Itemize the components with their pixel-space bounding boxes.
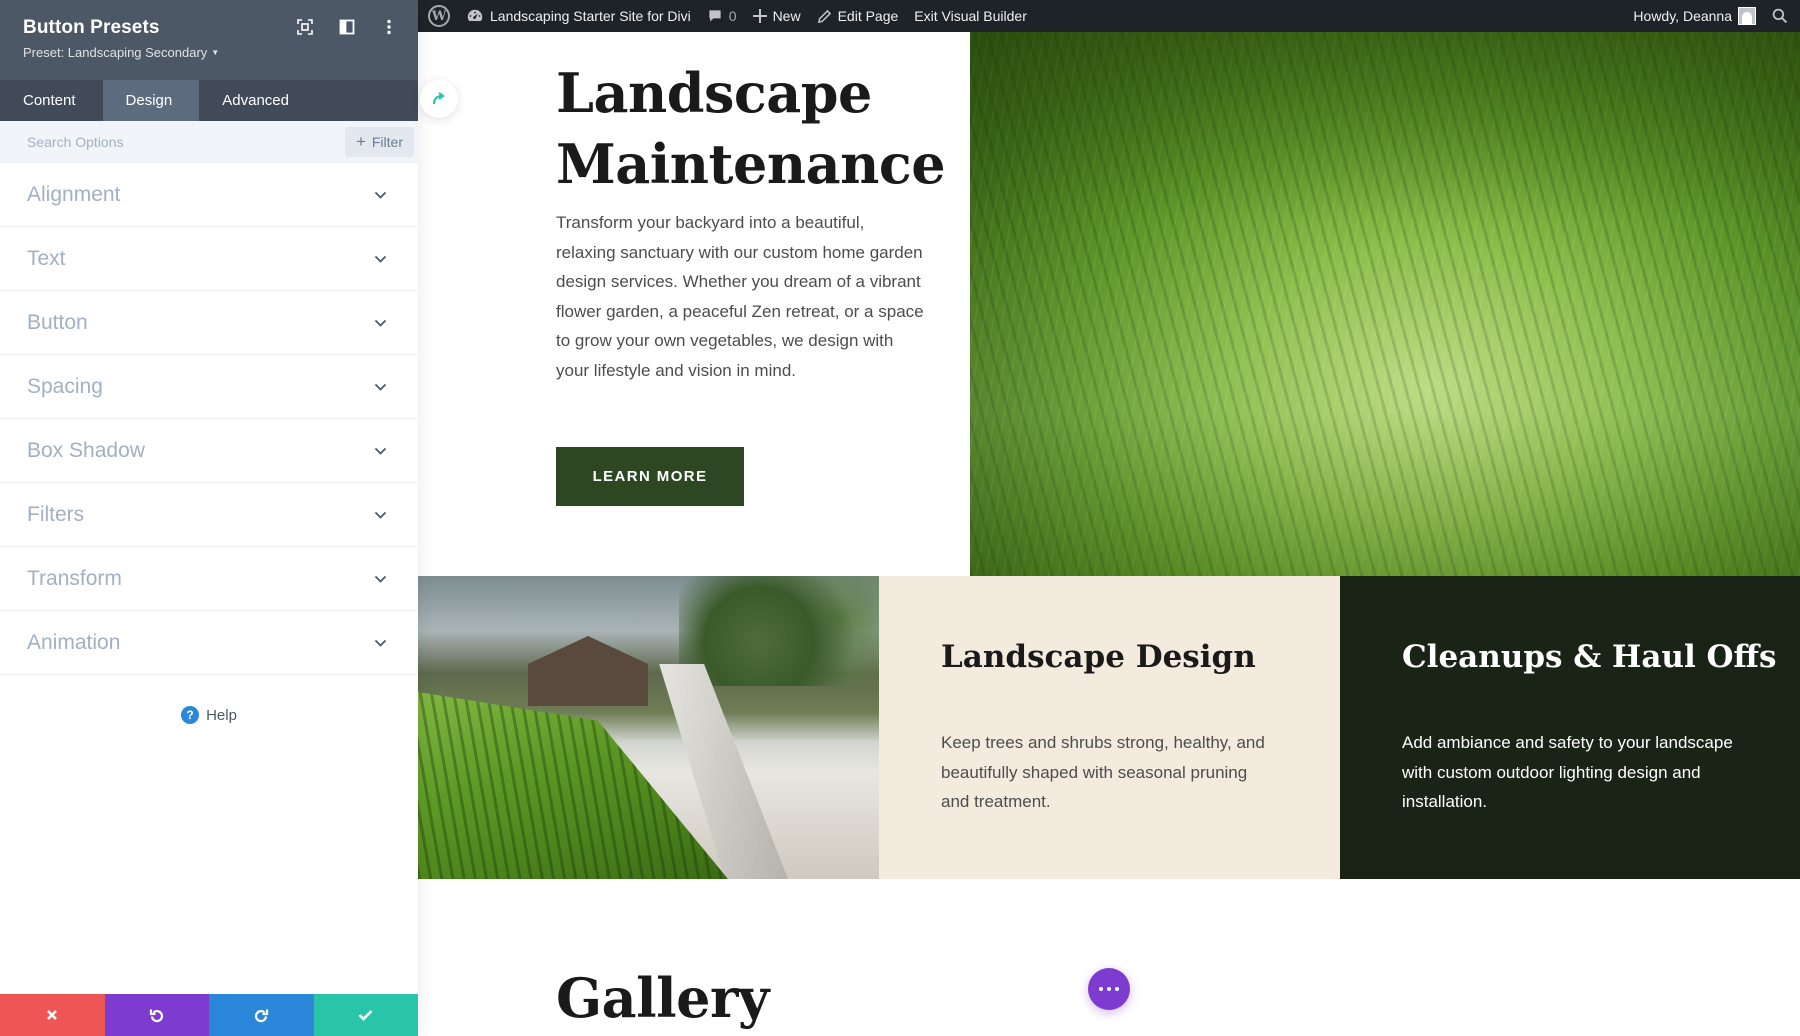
save-button[interactable]: [314, 994, 419, 1036]
expand-icon[interactable]: [296, 18, 314, 36]
search-icon: [1772, 8, 1788, 24]
toggle-filters[interactable]: Filters: [0, 483, 418, 547]
dot-icon: [1107, 987, 1111, 991]
checkmark-icon: [358, 1009, 373, 1021]
undo-button[interactable]: [105, 994, 210, 1036]
edit-page-label: Edit Page: [838, 8, 899, 24]
floating-module-tool[interactable]: [420, 80, 458, 118]
trees-shape: [679, 576, 879, 686]
new-content-link[interactable]: New: [745, 0, 809, 32]
toggle-label: Text: [27, 247, 66, 271]
search-row: + Filter: [0, 121, 418, 163]
chevron-down-icon: [374, 639, 387, 647]
toggle-alignment[interactable]: Alignment: [0, 163, 418, 227]
learn-more-button[interactable]: LEARN MORE: [556, 447, 744, 506]
help-link[interactable]: ? Help: [0, 706, 418, 724]
panel-header-actions: [296, 18, 398, 36]
settings-panel: Button Presets Preset: Landscaping Secon…: [0, 0, 418, 1036]
tab-design[interactable]: Design: [103, 80, 200, 121]
close-icon: [46, 1009, 58, 1021]
cleanups-text: Add ambiance and safety to your landscap…: [1402, 728, 1742, 817]
dot-icon: [1115, 987, 1119, 991]
toggle-spacing[interactable]: Spacing: [0, 355, 418, 419]
hero-title-line-2: Maintenance: [556, 129, 945, 200]
panel-footer: [0, 994, 418, 1036]
preset-selector[interactable]: Preset: Landscaping Secondary ▼: [23, 45, 418, 60]
plus-icon: [753, 9, 767, 23]
exit-visual-builder-label: Exit Visual Builder: [914, 8, 1027, 24]
edit-page-link[interactable]: Edit Page: [809, 0, 907, 32]
cleanups-title: Cleanups & Haul Offs: [1402, 639, 1776, 675]
toggle-label: Spacing: [27, 375, 103, 399]
pencil-icon: [817, 9, 832, 24]
cleanups-card: Cleanups & Haul Offs Add ambiance and sa…: [1340, 576, 1800, 879]
site-name-link[interactable]: Landscaping Starter Site for Divi: [458, 0, 699, 32]
house-shape: [528, 636, 648, 706]
dot-icon: [1099, 987, 1103, 991]
chevron-down-icon: [374, 319, 387, 327]
filter-label: Filter: [372, 134, 403, 150]
landscape-design-card: Landscape Design Keep trees and shrubs s…: [879, 576, 1340, 879]
redo-icon: [253, 1007, 269, 1023]
toggle-label: Alignment: [27, 183, 120, 207]
undo-icon: [149, 1007, 165, 1023]
tab-advanced[interactable]: Advanced: [199, 80, 316, 121]
greeting-label: Howdy, Deanna: [1633, 8, 1732, 24]
split-view-icon[interactable]: [338, 18, 356, 36]
hero-description: Transform your backyard into a beautiful…: [556, 208, 926, 385]
toggle-text[interactable]: Text: [0, 227, 418, 291]
option-groups: Alignment Text Button Spacing Box Shadow…: [0, 163, 418, 675]
chevron-down-icon: [374, 191, 387, 199]
new-label: New: [773, 8, 801, 24]
landscape-design-title: Landscape Design: [941, 639, 1256, 675]
panel-header: Button Presets Preset: Landscaping Secon…: [0, 0, 418, 80]
arrow-icon: [431, 91, 447, 107]
redo-button[interactable]: [209, 994, 314, 1036]
exit-visual-builder-link[interactable]: Exit Visual Builder: [906, 0, 1035, 32]
plus-icon: +: [356, 133, 366, 150]
help-icon: ?: [181, 706, 199, 724]
hero-grass-image: [970, 32, 1800, 576]
toggle-label: Filters: [27, 503, 84, 527]
toggle-label: Transform: [27, 567, 122, 591]
wp-admin-bar: W Landscaping Starter Site for Divi 0 Ne…: [418, 0, 1800, 32]
toggle-label: Button: [27, 311, 88, 335]
toggle-label: Box Shadow: [27, 439, 145, 463]
preset-label: Preset: Landscaping Secondary: [23, 45, 207, 60]
admin-search-button[interactable]: [1764, 0, 1800, 32]
toggle-label: Animation: [27, 631, 120, 655]
avatar: [1738, 7, 1756, 25]
lawn-mower-image: [418, 576, 879, 879]
filter-button[interactable]: + Filter: [345, 127, 414, 157]
chevron-down-icon: [374, 383, 387, 391]
toggle-animation[interactable]: Animation: [0, 611, 418, 675]
chevron-down-icon: [374, 511, 387, 519]
builder-more-button[interactable]: [1088, 968, 1130, 1010]
site-name-label: Landscaping Starter Site for Divi: [490, 8, 691, 24]
landscape-design-text: Keep trees and shrubs strong, healthy, a…: [941, 728, 1271, 817]
toggle-button[interactable]: Button: [0, 291, 418, 355]
comment-icon: [707, 8, 723, 24]
wordpress-logo-icon: W: [428, 5, 450, 27]
caret-down-icon: ▼: [211, 48, 219, 57]
gallery-title: Gallery: [556, 966, 769, 1030]
tab-content[interactable]: Content: [0, 80, 103, 121]
dashboard-icon: [466, 7, 484, 25]
chevron-down-icon: [374, 447, 387, 455]
comments-count: 0: [729, 8, 737, 24]
more-options-icon[interactable]: [380, 18, 398, 36]
toggle-transform[interactable]: Transform: [0, 547, 418, 611]
chevron-down-icon: [374, 575, 387, 583]
wordpress-logo-button[interactable]: W: [418, 0, 458, 32]
hero-title: Landscape Maintenance: [556, 58, 945, 200]
panel-tabs: Content Design Advanced: [0, 80, 418, 121]
chevron-down-icon: [374, 255, 387, 263]
account-menu[interactable]: Howdy, Deanna: [1625, 0, 1764, 32]
discard-button[interactable]: [0, 994, 105, 1036]
comments-link[interactable]: 0: [699, 0, 745, 32]
search-options-input[interactable]: [27, 134, 345, 150]
help-label: Help: [206, 707, 237, 724]
toggle-box-shadow[interactable]: Box Shadow: [0, 419, 418, 483]
hero-title-line-1: Landscape: [556, 58, 945, 129]
